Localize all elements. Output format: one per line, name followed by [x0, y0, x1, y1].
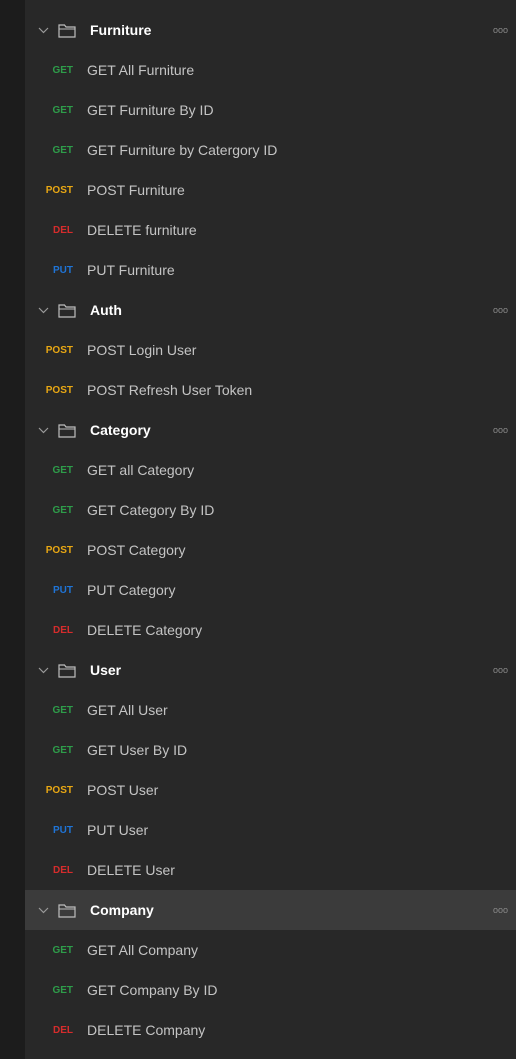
request-name: GET All Company	[87, 942, 199, 958]
request-name: GET Furniture By ID	[87, 102, 214, 118]
folder-row-category[interactable]: Category ooo	[25, 410, 516, 450]
method-badge: POST	[45, 184, 73, 196]
chevron-down-icon[interactable]	[28, 667, 58, 674]
request-item[interactable]: GET GET Category By ID	[25, 490, 516, 530]
chevron-down-icon[interactable]	[28, 27, 58, 34]
collections-sidebar: Furniture ooo GET GET All Furniture GET GET F…	[0, 0, 519, 1059]
request-item[interactable]: DEL DELETE furniture	[25, 210, 516, 250]
chevron-down-icon[interactable]	[28, 307, 58, 314]
folder-icon	[58, 423, 78, 438]
method-badge: POST	[45, 544, 73, 556]
folder-name: Category	[90, 422, 151, 438]
request-name: POST Refresh User Token	[87, 382, 253, 398]
request-name: DELETE Company	[87, 1022, 206, 1038]
request-name: GET Furniture by Catergory ID	[87, 142, 278, 158]
request-item[interactable]: POST POST Login User	[25, 330, 516, 370]
request-item[interactable]: POST POST Furniture	[25, 170, 516, 210]
more-options-icon[interactable]: ooo	[493, 25, 508, 35]
request-name: GET All User	[87, 702, 168, 718]
more-options-icon[interactable]: ooo	[493, 665, 508, 675]
method-badge: GET	[52, 944, 73, 956]
collection-tree: Furniture ooo GET GET All Furniture GET GET F…	[25, 10, 516, 1050]
method-badge: GET	[52, 984, 73, 996]
request-name: DELETE furniture	[87, 222, 197, 238]
request-name: POST Furniture	[87, 182, 185, 198]
request-item[interactable]: GET GET Furniture By ID	[25, 90, 516, 130]
request-item[interactable]: GET GET All Furniture	[25, 50, 516, 90]
request-name: PUT Furniture	[87, 262, 175, 278]
request-item[interactable]: DEL DELETE User	[25, 850, 516, 890]
request-name: DELETE User	[87, 862, 175, 878]
more-options-icon[interactable]: ooo	[493, 305, 508, 315]
method-badge: GET	[52, 704, 73, 716]
folder-name: Furniture	[90, 22, 152, 38]
request-item[interactable]: POST POST Category	[25, 530, 516, 570]
method-badge: POST	[45, 784, 73, 796]
folder-icon	[58, 303, 78, 318]
request-item[interactable]: GET GET Company By ID	[25, 970, 516, 1010]
chevron-down-icon[interactable]	[28, 427, 58, 434]
method-badge: DEL	[53, 864, 73, 876]
request-item[interactable]: GET GET All User	[25, 690, 516, 730]
method-badge: PUT	[53, 824, 73, 836]
method-badge: GET	[52, 144, 73, 156]
folder-name: User	[90, 662, 122, 678]
request-name: PUT Category	[87, 582, 176, 598]
request-item[interactable]: POST POST User	[25, 770, 516, 810]
folder-row-company[interactable]: Company ooo	[25, 890, 516, 930]
folder-row-furniture[interactable]: Furniture ooo	[25, 10, 516, 50]
folder-icon	[58, 903, 78, 918]
request-name: POST User	[87, 782, 159, 798]
more-options-icon[interactable]: ooo	[493, 425, 508, 435]
folder-name: Company	[90, 902, 154, 918]
request-item[interactable]: GET GET all Category	[25, 450, 516, 490]
folder-row-auth[interactable]: Auth ooo	[25, 290, 516, 330]
method-badge: GET	[52, 744, 73, 756]
request-name: POST Login User	[87, 342, 197, 358]
request-name: GET All Furniture	[87, 62, 195, 78]
request-name: GET all Category	[87, 462, 195, 478]
request-item[interactable]: DEL DELETE Company	[25, 1010, 516, 1050]
request-name: GET User By ID	[87, 742, 188, 758]
request-item[interactable]: GET GET Furniture by Catergory ID	[25, 130, 516, 170]
request-item[interactable]: GET GET All Company	[25, 930, 516, 970]
more-options-icon[interactable]: ooo	[493, 905, 508, 915]
request-name: GET Company By ID	[87, 982, 218, 998]
request-item[interactable]: GET GET User By ID	[25, 730, 516, 770]
method-badge: POST	[45, 384, 73, 396]
method-badge: GET	[52, 104, 73, 116]
chevron-down-icon[interactable]	[28, 907, 58, 914]
request-name: POST Category	[87, 542, 186, 558]
request-item[interactable]: PUT PUT Furniture	[25, 250, 516, 290]
sidebar-gutter	[0, 0, 25, 1059]
method-badge: PUT	[53, 584, 73, 596]
request-item[interactable]: PUT PUT Category	[25, 570, 516, 610]
request-name: DELETE Category	[87, 622, 203, 638]
method-badge: POST	[45, 344, 73, 356]
request-name: GET Category By ID	[87, 502, 215, 518]
method-badge: GET	[52, 64, 73, 76]
request-item[interactable]: POST POST Refresh User Token	[25, 370, 516, 410]
folder-icon	[58, 23, 78, 38]
folder-icon	[58, 663, 78, 678]
method-badge: DEL	[53, 224, 73, 236]
method-badge: DEL	[53, 1024, 73, 1036]
method-badge: DEL	[53, 624, 73, 636]
method-badge: PUT	[53, 264, 73, 276]
method-badge: GET	[52, 464, 73, 476]
folder-row-user[interactable]: User ooo	[25, 650, 516, 690]
request-item[interactable]: DEL DELETE Category	[25, 610, 516, 650]
request-item[interactable]: PUT PUT User	[25, 810, 516, 850]
folder-name: Auth	[90, 302, 122, 318]
method-badge: GET	[52, 504, 73, 516]
request-name: PUT User	[87, 822, 149, 838]
